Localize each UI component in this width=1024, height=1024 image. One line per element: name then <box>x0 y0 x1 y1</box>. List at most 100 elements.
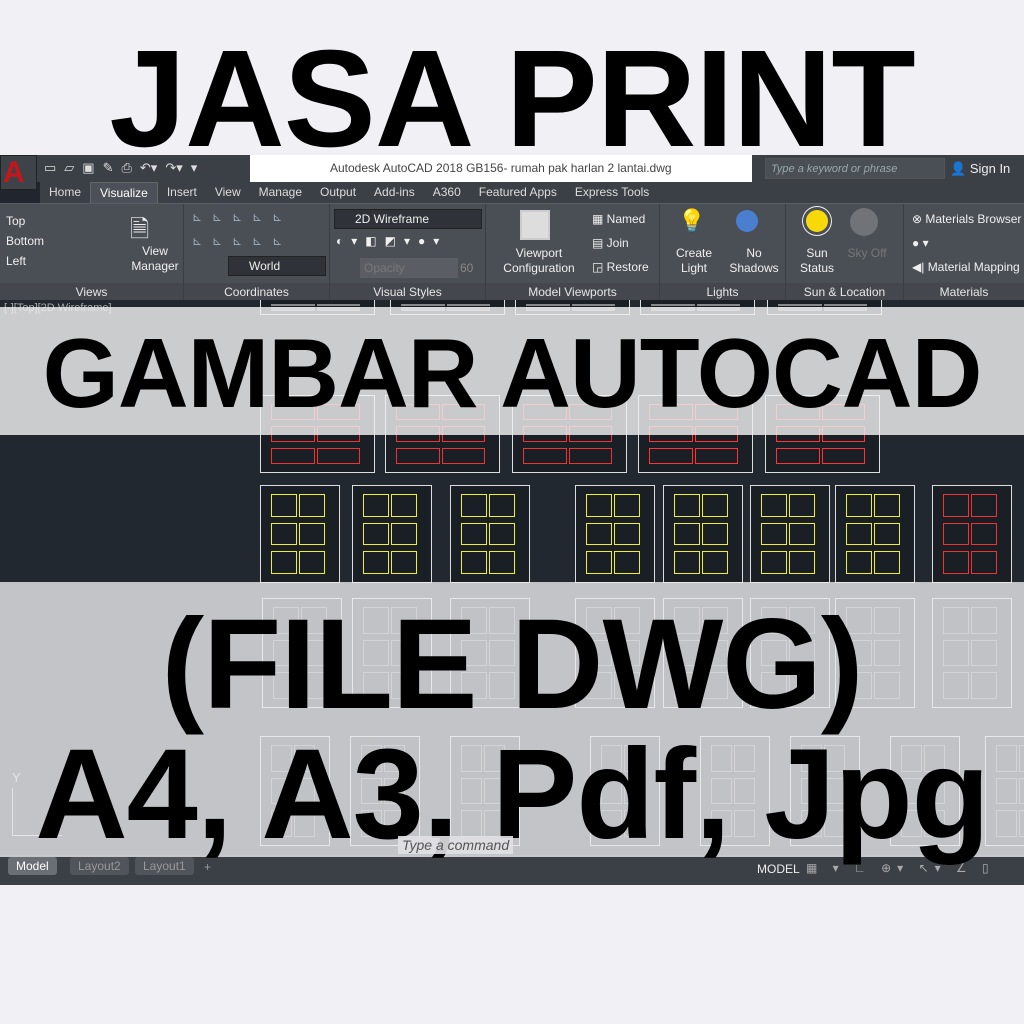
visual-style-tools[interactable]: ◐▾◧◩▾●▾ <box>336 234 447 248</box>
plan-room <box>568 448 612 464</box>
plan-room <box>971 494 997 517</box>
plan-room <box>299 494 325 517</box>
tab-express-tools[interactable]: Express Tools <box>566 182 658 203</box>
ucs-world-dropdown[interactable]: World <box>228 256 326 276</box>
views-panel-label: Views <box>0 283 183 301</box>
viewport-configuration-button[interactable]: Viewport Configuration <box>494 246 584 276</box>
plan-room <box>776 448 820 464</box>
plan-room <box>971 522 997 546</box>
tab-output[interactable]: Output <box>311 182 365 203</box>
create-light-button[interactable]: Create Light <box>664 246 724 276</box>
sky-icon <box>850 208 878 236</box>
plan-room <box>789 551 815 574</box>
plan-room <box>523 448 567 464</box>
tab-a360[interactable]: A360 <box>424 182 470 203</box>
plan-room <box>649 448 693 464</box>
plan-room <box>316 448 360 464</box>
tab-visualize[interactable]: Visualize <box>90 182 158 203</box>
plan-room <box>461 522 487 546</box>
command-line[interactable]: Type a command <box>398 836 514 854</box>
plan-room <box>943 522 969 546</box>
plan-room <box>846 522 872 546</box>
plan-room <box>391 494 417 517</box>
plan-room <box>943 551 969 574</box>
no-shadows-button[interactable]: No Shadows <box>724 246 784 276</box>
plan-room <box>489 551 515 574</box>
lights-panel: 💡 Create Light No Shadows Lights <box>660 204 786 301</box>
plan-room <box>789 494 815 517</box>
plan-room <box>694 448 738 464</box>
plan-room <box>874 551 900 574</box>
plan-room <box>441 448 485 464</box>
plan-room <box>396 448 440 464</box>
material-mapping-button[interactable]: ◀| Material Mapping <box>912 260 1020 274</box>
ucs-icons[interactable]: ⊾⊾⊾⊾⊾ <box>192 210 292 224</box>
ribbon-tabs: Home Visualize Insert View Manage Output… <box>40 182 1024 203</box>
materials-browser-button[interactable]: ⊗ Materials Browser <box>912 212 1021 226</box>
restore-button[interactable]: ◲ Restore <box>592 260 649 274</box>
model-viewports-panel: Viewport Configuration ▦ Named ▤ Join ◲ … <box>486 204 660 301</box>
tab-view[interactable]: View <box>206 182 250 203</box>
drawing-sheet <box>575 485 655 583</box>
opacity-slider[interactable]: Opacity <box>360 258 458 278</box>
model-viewports-panel-label: Model Viewports <box>486 283 659 301</box>
drawing-sheet <box>450 485 530 583</box>
view-manager-button[interactable]: View Manager <box>130 244 180 274</box>
plan-room <box>943 494 969 517</box>
sun-status-button[interactable]: Sun Status <box>792 246 842 276</box>
plan-room <box>271 448 315 464</box>
join-button[interactable]: ▤ Join <box>592 236 629 250</box>
plan-room <box>391 551 417 574</box>
visual-styles-panel: 2D Wireframe ◐▾◧◩▾●▾ Opacity 60 Visual S… <box>330 204 486 301</box>
sun-icon <box>806 210 828 232</box>
plan-room <box>461 551 487 574</box>
plan-room <box>586 551 612 574</box>
sky-off-button[interactable]: Sky Off <box>842 246 892 260</box>
plan-room <box>299 551 325 574</box>
plan-room <box>363 494 389 517</box>
materials-panel-label: Materials <box>904 283 1024 301</box>
plan-room <box>971 551 997 574</box>
plan-room <box>299 522 325 546</box>
plan-room <box>702 551 728 574</box>
plan-room <box>846 551 872 574</box>
coordinates-panel-label: Coordinates <box>184 283 329 301</box>
view-top[interactable]: Top <box>6 214 25 228</box>
viewport-config-icon <box>520 210 550 240</box>
drawing-sheet <box>750 485 830 583</box>
plan-room <box>761 551 787 574</box>
plan-room <box>674 551 700 574</box>
opacity-value[interactable]: 60 <box>460 261 473 275</box>
tab-add-ins[interactable]: Add-ins <box>365 182 424 203</box>
plan-room <box>391 522 417 546</box>
ucs-icons-row2[interactable]: ⊾⊾⊾⊾⊾ <box>192 234 292 248</box>
plan-room <box>761 494 787 517</box>
named-button[interactable]: ▦ Named <box>592 212 645 226</box>
ribbon: Top Bottom Left 🗎 View Manager Views ⊾⊾⊾… <box>0 203 1024 301</box>
light-bulb-icon: 💡 <box>678 208 706 233</box>
plan-room <box>489 494 515 517</box>
plan-room <box>363 551 389 574</box>
drawing-sheet <box>835 485 915 583</box>
plan-room <box>702 522 728 546</box>
views-panel: Top Bottom Left 🗎 View Manager Views <box>0 204 184 301</box>
visual-style-dropdown[interactable]: 2D Wireframe <box>334 209 482 229</box>
view-bottom[interactable]: Bottom <box>6 234 44 248</box>
plan-room <box>614 494 640 517</box>
plan-room <box>874 494 900 517</box>
plan-room <box>789 522 815 546</box>
tab-featured-apps[interactable]: Featured Apps <box>470 182 566 203</box>
tab-insert[interactable]: Insert <box>158 182 206 203</box>
headline-jasa-print: JASA PRINT <box>109 22 915 176</box>
headline-file-dwg: (FILE DWG) <box>161 593 864 736</box>
drawing-sheet <box>932 485 1012 583</box>
plan-room <box>614 551 640 574</box>
tab-manage[interactable]: Manage <box>250 182 311 203</box>
drawing-sheet <box>352 485 432 583</box>
materials-panel: ⊗ Materials Browser ● ▾ ◀| Material Mapp… <box>904 204 1024 301</box>
view-left[interactable]: Left <box>6 254 26 268</box>
plan-room <box>271 522 297 546</box>
drawing-sheet <box>663 485 743 583</box>
material-sphere-dropdown[interactable]: ● ▾ <box>912 236 929 250</box>
tab-home[interactable]: Home <box>40 182 90 203</box>
